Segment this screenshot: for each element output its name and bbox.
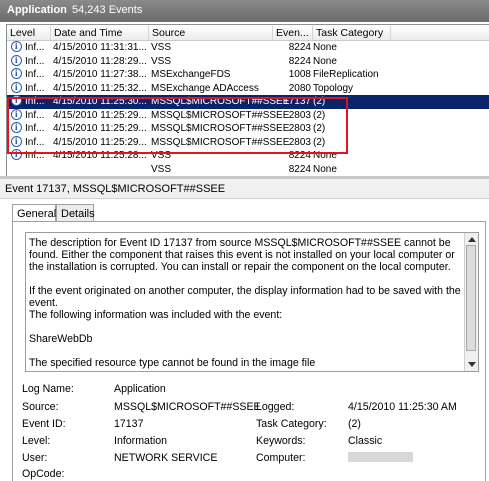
- row-source: MSExchangeFDS: [151, 69, 231, 80]
- source-label: Source:: [22, 401, 59, 413]
- opcode-label: OpCode:: [22, 468, 65, 480]
- info-icon: [11, 81, 22, 93]
- row-event-id: 8224: [288, 163, 311, 175]
- table-row[interactable]: VSS 8224 None: [7, 163, 489, 177]
- row-date: 4/15/2010 11:31:31...: [53, 42, 147, 53]
- log-name-label: Log Name:: [22, 383, 74, 395]
- column-date-time[interactable]: Date and Time: [51, 26, 149, 40]
- tab-details[interactable]: Details: [56, 204, 95, 222]
- keywords-value: Classic: [348, 435, 383, 447]
- event-id-label: Event ID:: [22, 418, 66, 430]
- row-level: Inf...: [25, 82, 45, 94]
- column-header-row: Level Date and Time Source Even... Task …: [7, 25, 489, 41]
- column-event-id[interactable]: Even...: [273, 26, 313, 40]
- description-paragraph: The specified resource type cannot be fo…: [29, 357, 316, 369]
- source-value: MSSQL$MICROSOFT##SSEE: [114, 401, 261, 413]
- computer-value-redacted: [348, 452, 413, 462]
- scroll-thumb[interactable]: [466, 245, 476, 351]
- row-source: MSExchange ADAccess: [151, 82, 259, 94]
- event-count: 54,243 Events: [72, 4, 143, 16]
- column-level[interactable]: Level: [7, 26, 51, 40]
- row-event-id: 8224: [288, 42, 311, 53]
- titlebar: Application 54,243 Events: [0, 0, 489, 22]
- log-name-value: Application: [114, 383, 166, 395]
- scroll-up-icon[interactable]: [468, 237, 476, 242]
- logged-label: Logged:: [256, 401, 295, 413]
- row-source: VSS: [151, 55, 172, 67]
- log-title: Application: [7, 4, 67, 16]
- row-task: None: [313, 42, 337, 53]
- row-source: VSS: [151, 42, 172, 53]
- row-level: Inf...: [25, 69, 45, 80]
- info-icon: [11, 41, 22, 52]
- row-event-id: 1008: [288, 69, 311, 80]
- row-event-id: 8224: [288, 55, 311, 67]
- highlight-box: [7, 97, 348, 154]
- table-row[interactable]: Inf... 4/15/2010 11:25:32... MSExchange AD…: [7, 81, 489, 96]
- table-row[interactable]: Inf... 4/15/2010 11:27:38... MSExchangeFDS…: [7, 68, 489, 82]
- scroll-down-icon[interactable]: [468, 362, 476, 367]
- column-source[interactable]: Source: [149, 26, 273, 40]
- computer-label: Computer:: [256, 452, 306, 464]
- row-date: 4/15/2010 11:27:38...: [53, 69, 147, 80]
- row-task: None: [313, 163, 337, 175]
- level-value: Information: [114, 435, 167, 447]
- logged-value: 4/15/2010 11:25:30 AM: [348, 401, 457, 413]
- row-source: VSS: [151, 163, 172, 175]
- user-label: User:: [22, 452, 48, 464]
- row-level: Inf...: [25, 42, 45, 53]
- general-pane: The description for Event ID 17137 from …: [12, 221, 486, 481]
- task-category-value: (2): [348, 418, 361, 430]
- table-row[interactable]: Inf... 4/15/2010 11:31:31... VSS 8224None: [7, 41, 489, 55]
- description-box[interactable]: The description for Event ID 17137 from …: [25, 232, 479, 372]
- row-task: Topology: [313, 82, 354, 94]
- table-row[interactable]: Inf... 4/15/2010 11:28:29... VSS 8224None: [7, 54, 489, 69]
- row-date: 4/15/2010 11:28:29...: [53, 55, 147, 67]
- description-paragraph: The following information was included w…: [29, 309, 283, 321]
- info-icon: [11, 68, 22, 79]
- event-detail-header: Event 17137, MSSQL$MICROSOFT##SSEE: [0, 179, 489, 199]
- row-date: 4/15/2010 11:25:32...: [53, 82, 147, 94]
- description-paragraph: The description for Event ID 17137 from …: [29, 237, 455, 273]
- description-paragraph: If the event originated on another compu…: [29, 285, 461, 309]
- row-level: Inf...: [25, 55, 45, 67]
- level-label: Level:: [22, 435, 51, 447]
- task-category-label: Task Category:: [256, 418, 327, 430]
- event-id-value: 17137: [114, 418, 144, 430]
- column-task-category[interactable]: Task Category: [313, 26, 391, 40]
- keywords-label: Keywords:: [256, 435, 306, 447]
- info-icon: [11, 54, 22, 66]
- row-task: None: [313, 55, 337, 67]
- description-paragraph: ShareWebDb: [29, 333, 93, 345]
- row-event-id: 2080: [288, 82, 311, 94]
- user-value: NETWORK SERVICE: [114, 452, 218, 464]
- description-scrollbar[interactable]: [464, 233, 478, 371]
- row-task: FileReplication: [313, 69, 379, 80]
